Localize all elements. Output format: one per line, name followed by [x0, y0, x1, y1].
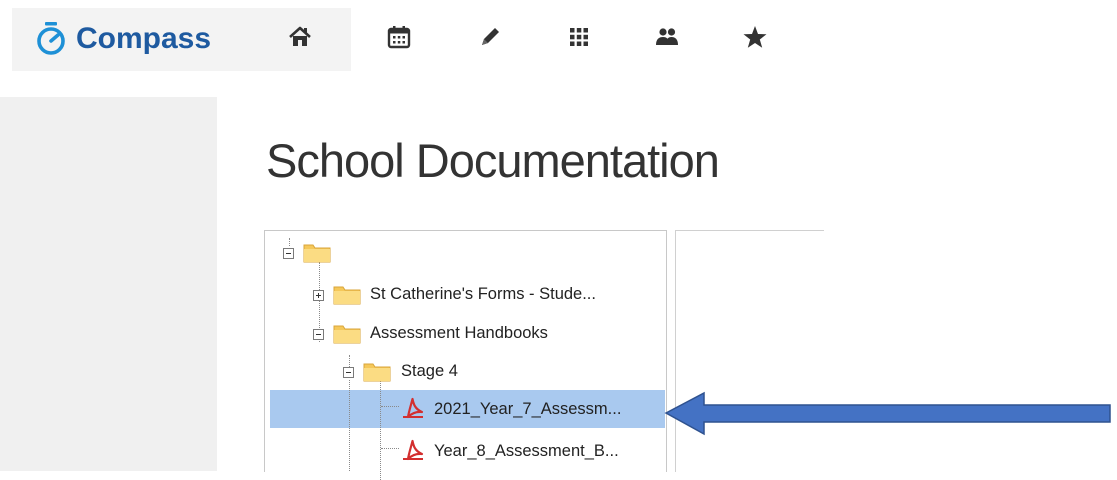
page-title: School Documentation — [266, 134, 720, 187]
collapse-toggle-root[interactable] — [283, 248, 294, 259]
tree-item-label: 2021_Year_7_Assessm... — [434, 400, 622, 418]
tree-line — [381, 406, 399, 407]
folder-icon — [363, 363, 391, 382]
document-tree — [264, 230, 667, 472]
pencil-icon[interactable] — [477, 24, 503, 50]
folder-icon — [303, 244, 331, 263]
tree-item-label: St Catherine's Forms - Stude... — [370, 285, 596, 303]
left-sidebar — [0, 97, 217, 471]
compass-logo-icon — [37, 22, 65, 55]
star-icon[interactable] — [742, 24, 768, 50]
home-icon[interactable] — [287, 24, 313, 50]
folder-icon — [333, 286, 361, 305]
tree-item-label: Year_8_Assessment_B... — [434, 442, 619, 460]
calendar-icon[interactable] — [386, 24, 412, 50]
tree-item-label: Assessment Handbooks — [370, 324, 548, 342]
people-icon[interactable] — [654, 24, 680, 50]
collapse-toggle[interactable] — [343, 367, 354, 378]
collapse-toggle[interactable] — [313, 329, 324, 340]
tree-line — [349, 380, 350, 471]
compass-logo[interactable]: Compass — [34, 22, 211, 56]
tree-line — [381, 448, 399, 449]
grid-icon[interactable] — [566, 24, 592, 50]
brand-name: Compass — [76, 22, 212, 55]
annotation-arrow — [664, 391, 1111, 436]
pdf-icon — [403, 397, 424, 419]
tree-line — [289, 238, 290, 246]
tree-line — [380, 380, 381, 480]
pdf-icon — [403, 439, 424, 461]
expand-toggle[interactable] — [313, 290, 324, 301]
tree-item-label: Stage 4 — [401, 362, 458, 380]
folder-icon — [333, 325, 361, 344]
